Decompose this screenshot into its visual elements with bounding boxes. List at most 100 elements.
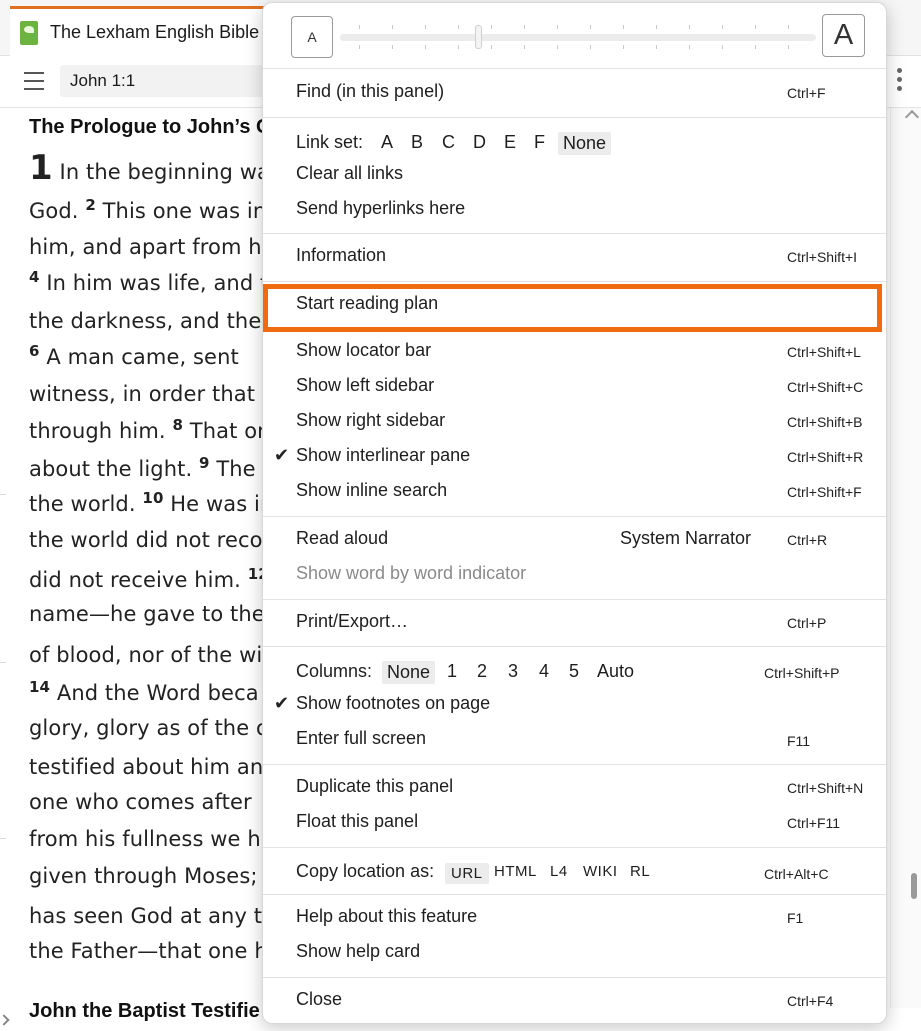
verse-text: the Father—that one ha	[29, 939, 265, 963]
verse-line: glory, glory as of the o	[29, 716, 265, 740]
verse-text: the world did not recog	[29, 528, 265, 552]
verse-line: did not receive him. 12	[29, 565, 265, 592]
slider-tick	[623, 25, 624, 29]
verse-text: has seen God at any ti	[29, 904, 265, 928]
copy-option[interactable]: HTML	[494, 863, 537, 880]
menu-separator	[263, 764, 886, 765]
verse-text: In him was life, and t	[39, 271, 265, 295]
verse-number[interactable]: 2	[85, 196, 96, 214]
document-tab[interactable]: The Lexham English Bible	[10, 6, 272, 56]
menu-item-left-sidebar[interactable]: Show left sidebar	[296, 375, 434, 396]
menu-item-right-sidebar[interactable]: Show right sidebar	[296, 410, 445, 431]
copy-option[interactable]: WIKI	[583, 863, 618, 880]
menu-item-print-export[interactable]: Print/Export…	[296, 611, 408, 632]
col-option[interactable]: 2	[477, 661, 487, 682]
verse-text: name—he gave to then	[29, 602, 265, 626]
menu-item-help-feature[interactable]: Help about this feature	[296, 906, 477, 927]
divider	[0, 838, 6, 839]
menu-item-find[interactable]: Find (in this panel)	[296, 81, 444, 102]
menu-item-clear-links[interactable]: Clear all links	[296, 163, 403, 184]
menu-item-float-panel[interactable]: Float this panel	[296, 811, 418, 832]
scrollbar-thumb[interactable]	[911, 873, 917, 899]
link-option[interactable]: C	[442, 132, 455, 153]
slider-tick	[689, 45, 690, 49]
link-set-label: Link set:	[296, 132, 364, 152]
verse-line: of blood, nor of the wil	[29, 643, 265, 667]
link-option[interactable]: B	[411, 132, 423, 153]
panel-context-menu: A A Find (in this panel) Ctrl+F Link set…	[262, 2, 887, 1024]
col-option[interactable]: None	[382, 661, 436, 684]
verse-text: one who comes after	[29, 790, 252, 814]
menu-item-duplicate-panel[interactable]: Duplicate this panel	[296, 776, 453, 797]
slider-tick	[590, 25, 591, 29]
verse-line: about the light. 9 The	[29, 454, 256, 481]
shortcut-left-sidebar: Ctrl+Shift+C	[787, 379, 864, 395]
font-size-slider-thumb[interactable]	[475, 25, 482, 49]
menu-item-information[interactable]: Information	[296, 245, 386, 266]
verse-text: This one was in	[95, 199, 265, 223]
increase-font-button[interactable]: A	[822, 14, 865, 57]
menu-separator	[263, 646, 886, 647]
slider-tick	[425, 25, 426, 29]
verse-line: 6 A man came, sent	[29, 342, 239, 369]
menu-item-interlinear[interactable]: Show interlinear pane	[296, 445, 470, 466]
slider-tick	[425, 45, 426, 49]
copy-option[interactable]: L4	[550, 863, 568, 880]
col-option[interactable]: 4	[539, 661, 549, 682]
link-option[interactable]: F	[534, 132, 545, 153]
reference-input[interactable]: John 1:1	[60, 65, 270, 97]
verse-number[interactable]: 14	[29, 678, 50, 696]
menu-item-footnotes[interactable]: Show footnotes on page	[296, 693, 490, 714]
slider-tick	[524, 45, 525, 49]
scrollbar[interactable]	[890, 108, 921, 1008]
shortcut-inline-search: Ctrl+Shift+F	[787, 484, 862, 500]
verse-text: A man came, sent	[39, 345, 239, 369]
hamburger-icon[interactable]	[24, 72, 44, 90]
font-size-row: A A	[263, 3, 886, 69]
menu-item-close[interactable]: Close	[296, 989, 342, 1010]
verse-number[interactable]: 6	[29, 342, 40, 360]
kebab-icon[interactable]	[896, 68, 904, 96]
verse-text: the darkness, and the d	[29, 309, 265, 333]
link-option[interactable]: None	[558, 132, 612, 155]
link-option[interactable]: E	[504, 132, 516, 153]
verse-line: the world. 10 He was in	[29, 489, 265, 516]
verse-text: glory, glory as of the o	[29, 716, 265, 740]
copy-location-label: Copy location as:	[296, 861, 435, 881]
verse-text: He was in	[163, 492, 265, 516]
verse-line: given through Moses; g	[29, 864, 265, 888]
slider-tick	[557, 25, 558, 29]
slider-tick	[491, 45, 492, 49]
menu-separator	[263, 117, 886, 118]
menu-item-send-hyperlinks[interactable]: Send hyperlinks here	[296, 198, 465, 219]
col-option[interactable]: 5	[569, 661, 579, 682]
decrease-font-button[interactable]: A	[291, 16, 333, 58]
verse-line: the world did not recog	[29, 528, 265, 552]
verse-number[interactable]: 10	[142, 489, 163, 507]
menu-item-inline-search[interactable]: Show inline search	[296, 480, 447, 501]
link-option[interactable]: A	[381, 132, 393, 153]
copy-option[interactable]: RL	[630, 863, 650, 880]
verse-text: God.	[29, 199, 86, 223]
verse-number[interactable]: 4	[29, 268, 40, 286]
menu-item-help-card[interactable]: Show help card	[296, 941, 420, 962]
slider-tick	[788, 25, 789, 29]
col-option[interactable]: Auto	[597, 661, 634, 682]
verse-text: given through Moses; g	[29, 864, 265, 888]
menu-item-word-indicator: Show word by word indicator	[296, 563, 527, 583]
menu-item-read-aloud[interactable]: Read aloud	[296, 528, 388, 549]
slider-tick	[788, 45, 789, 49]
col-option[interactable]: 1	[447, 661, 457, 682]
menu-item-locator-bar[interactable]: Show locator bar	[296, 340, 431, 361]
link-option[interactable]: D	[473, 132, 486, 153]
font-size-slider[interactable]	[340, 34, 816, 41]
col-option[interactable]: 3	[508, 661, 518, 682]
verse-number[interactable]: 9	[199, 454, 210, 472]
menu-item-full-screen[interactable]: Enter full screen	[296, 728, 426, 749]
menu-separator	[263, 281, 886, 282]
chapter-number[interactable]: 1	[29, 148, 53, 188]
shortcut-float: Ctrl+F11	[787, 815, 841, 831]
verse-number[interactable]: 8	[172, 416, 183, 434]
read-aloud-voice[interactable]: System Narrator	[620, 528, 751, 549]
copy-option[interactable]: URL	[445, 863, 489, 884]
